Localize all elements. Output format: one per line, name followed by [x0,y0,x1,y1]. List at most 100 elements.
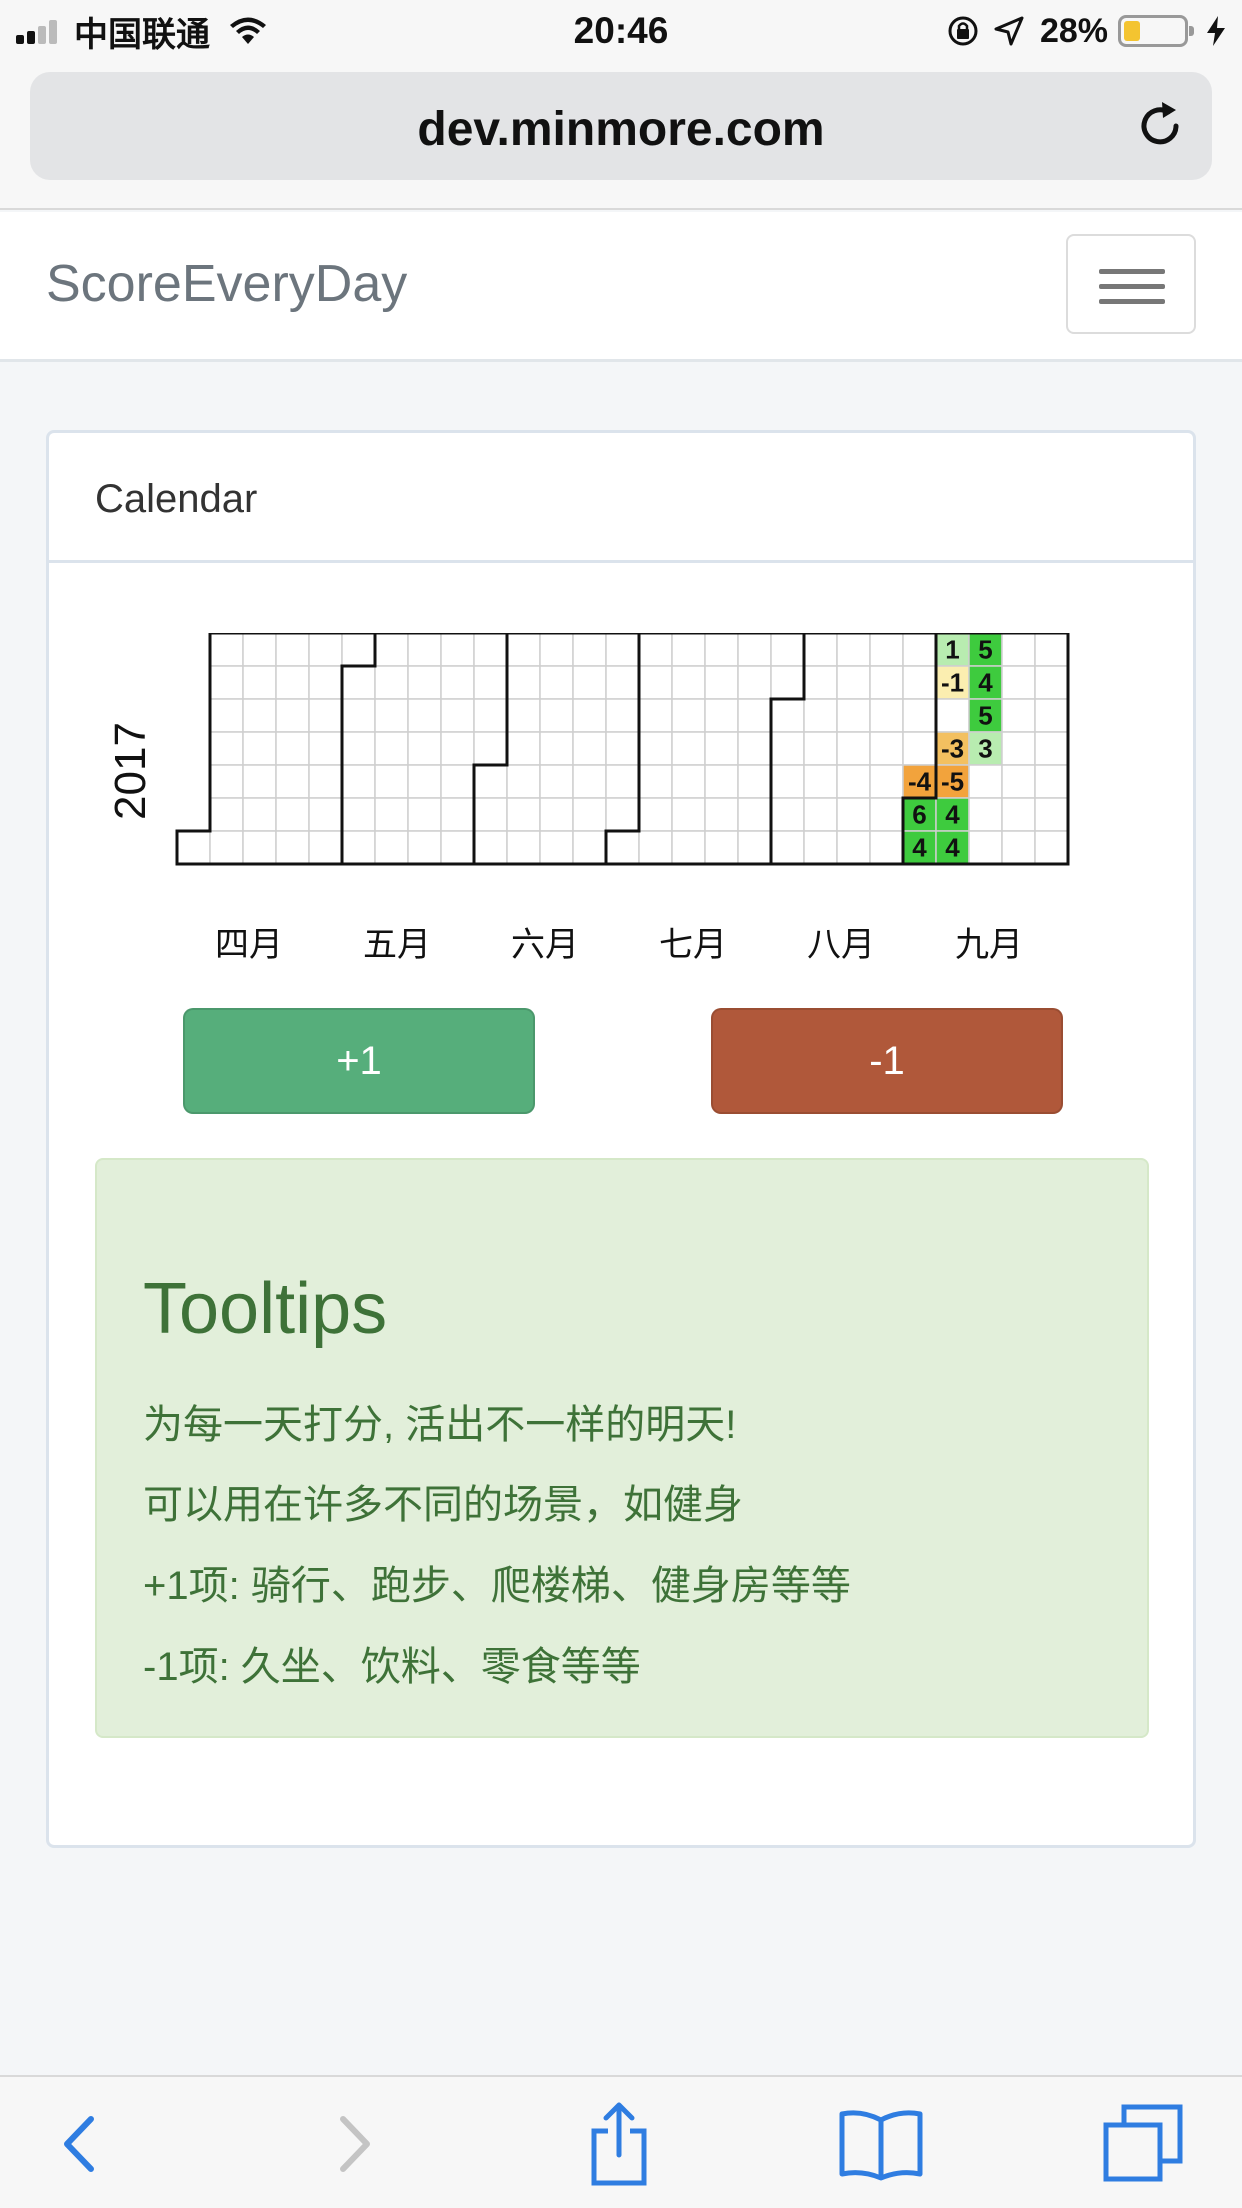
calendar-heatmap: 2017 6 4 4 4 1 5 -1 4 5 -3 3 -4 -5 四月 五月 六月 七月 八月 九月 [89,633,1089,973]
day-cell [341,830,376,865]
day-cell [605,830,640,865]
day-cell [506,698,541,733]
day-cell [539,698,574,733]
back-icon[interactable] [36,2099,126,2189]
day-cell [1001,731,1036,766]
day-cell [1034,830,1069,865]
day-cell [209,665,244,700]
day-cell [209,731,244,766]
day-cell [704,698,739,733]
day-cell [440,764,475,799]
day-cell [770,633,805,667]
day-cell [374,764,409,799]
day-cell [572,830,607,865]
day-cell [308,633,343,667]
month-label: 八月 [807,926,875,964]
day-cell [539,731,574,766]
day-cell [572,698,607,733]
day-cell [737,830,772,865]
day-cell [275,731,310,766]
share-icon[interactable] [574,2099,664,2189]
day-cell [638,764,673,799]
day-cell [242,797,277,832]
browser-toolbar [0,2075,1242,2208]
day-cell [209,830,244,865]
bookmarks-icon[interactable] [836,2099,926,2189]
day-cell [209,633,244,667]
day-cell [308,731,343,766]
day-cell [671,731,706,766]
day-cell [704,731,739,766]
day-cell [803,764,838,799]
day-cell [275,633,310,667]
day-cell [605,764,640,799]
menu-toggle-button[interactable] [1066,234,1196,334]
day-cell [440,731,475,766]
day-cell [638,698,673,733]
day-cell [308,764,343,799]
score-label: 3 [978,734,992,764]
address-bar[interactable]: dev.minmore.com [30,72,1212,180]
day-cell [242,633,277,667]
day-cell [770,764,805,799]
forward-icon[interactable] [308,2099,398,2189]
day-cell [407,830,442,865]
day-cell [341,633,376,667]
day-cell [572,665,607,700]
day-cell [308,797,343,832]
hamburger-icon [1099,269,1165,274]
day-cell [671,698,706,733]
day-cell [836,830,871,865]
day-cell [704,633,739,667]
score-label: 4 [945,833,960,863]
day-cell [374,797,409,832]
day-cell [704,797,739,832]
day-cell [1001,797,1036,832]
day-cell [836,797,871,832]
score-label: 4 [945,800,960,830]
minus-one-button[interactable]: -1 [711,1008,1063,1114]
day-cell [803,633,838,667]
day-cell [440,797,475,832]
day-cell [242,698,277,733]
day-cell [869,633,904,667]
day-cell [374,665,409,700]
day-cell [374,633,409,667]
day-cell [836,698,871,733]
month-label: 七月 [659,926,727,964]
day-cell [1034,633,1069,667]
day-cell [539,797,574,832]
card-header: Calendar [49,433,1193,563]
day-cell [275,698,310,733]
day-cell [506,633,541,667]
url-text[interactable]: dev.minmore.com [30,102,1212,157]
day-cell [902,731,937,766]
day-cell [638,731,673,766]
reload-icon[interactable] [1132,98,1188,154]
day-cell [836,665,871,700]
tabs-icon[interactable] [1098,2099,1188,2189]
battery-percent: 28% [1039,11,1108,50]
score-label: -4 [908,767,932,797]
day-cell [374,731,409,766]
day-cell [638,665,673,700]
day-cell [473,830,508,865]
day-cell [407,731,442,766]
day-cell [770,698,805,733]
tooltip-line: +1项: 骑行、跑步、爬楼梯、健身房等等 [143,1564,851,1608]
brand-link[interactable]: ScoreEveryDay [46,254,407,314]
score-label: 5 [978,701,992,731]
day-cell [1001,665,1036,700]
day-cell [341,764,376,799]
score-label: -1 [941,668,964,698]
day-cell [506,665,541,700]
day-cell [506,797,541,832]
day-cell [1034,797,1069,832]
day-cell [869,731,904,766]
tooltip-line: 为每一天打分, 活出不一样的明天! [143,1403,737,1447]
day-cell [539,764,574,799]
day-cell [737,698,772,733]
day-cell [737,665,772,700]
day-cell [539,665,574,700]
plus-one-button[interactable]: +1 [183,1008,535,1114]
